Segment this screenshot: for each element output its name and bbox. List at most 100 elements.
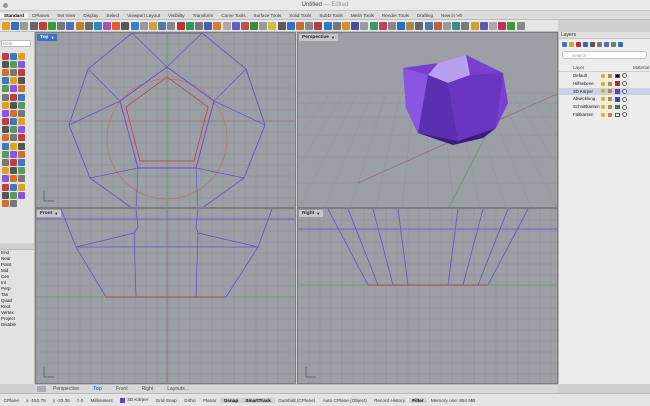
viewport-tab[interactable]: Front — [109, 386, 135, 392]
material-icon[interactable] — [621, 88, 627, 94]
current-layer[interactable]: 3D Körper — [116, 397, 152, 403]
toolbar-command-icon[interactable] — [149, 21, 157, 30]
toolbar-command-icon[interactable] — [378, 21, 387, 30]
tool-icon[interactable] — [18, 150, 26, 158]
tool-icon[interactable] — [1, 52, 9, 60]
toolbar-command-icon[interactable] — [296, 21, 304, 30]
layer-color-swatch[interactable] — [615, 73, 620, 79]
lock-icon[interactable] — [608, 73, 612, 78]
toolbar-command-icon[interactable] — [470, 21, 479, 30]
toolbar-command-icon[interactable] — [29, 21, 38, 30]
toolbar-command-icon[interactable] — [461, 21, 470, 30]
toolbar-command-icon[interactable] — [11, 21, 20, 30]
tool-icon[interactable] — [10, 109, 18, 117]
material-icon[interactable] — [621, 112, 627, 118]
toolbar-command-icon[interactable] — [213, 21, 222, 30]
viewport-tab[interactable]: Layouts... — [160, 386, 196, 392]
toolbar-command-icon[interactable] — [498, 21, 507, 30]
tool-icon[interactable] — [10, 93, 18, 101]
toolbar-tab[interactable]: Select — [102, 13, 123, 18]
layer-color-swatch[interactable] — [615, 112, 620, 118]
toolbar-tab[interactable]: Solid Tools — [285, 13, 315, 18]
tool-icon[interactable] — [18, 101, 26, 109]
layer-search-input[interactable]: Search — [562, 51, 647, 59]
toolbar-command-icon[interactable] — [369, 21, 378, 30]
toolbar-command-icon[interactable] — [2, 21, 10, 30]
toolbar-tab[interactable]: Curve Tools — [217, 13, 249, 18]
material-icon[interactable] — [621, 81, 627, 87]
toolbar-command-icon[interactable] — [176, 21, 185, 30]
tool-icon[interactable] — [18, 134, 26, 142]
toolbar-command-icon[interactable] — [479, 21, 488, 30]
toolbar-tab[interactable]: Viewport Layout — [123, 13, 164, 18]
tool-icon[interactable] — [10, 126, 18, 134]
toolbar-tab[interactable]: Transform — [189, 13, 218, 18]
layer-tool-icon[interactable] — [569, 41, 574, 47]
tool-icon[interactable] — [18, 191, 26, 199]
toolbar-command-icon[interactable] — [277, 21, 286, 30]
lock-icon[interactable] — [608, 81, 612, 86]
layer-row[interactable]: 3D Körper — [559, 87, 650, 96]
tool-icon[interactable] — [18, 159, 26, 167]
layer-row[interactable]: Default — [559, 72, 650, 80]
visibility-bulb-icon[interactable] — [601, 97, 605, 102]
viewport-tab[interactable]: Perspective — [46, 386, 86, 392]
toolbar-tab[interactable]: SubD Tools — [315, 13, 346, 18]
status-toggle[interactable]: SmartTrack — [241, 397, 275, 403]
tool-icon[interactable] — [18, 77, 26, 85]
visibility-bulb-icon[interactable] — [601, 89, 605, 94]
osnap-item[interactable]: Disable — [0, 322, 34, 328]
tool-icon[interactable] — [1, 68, 9, 76]
layer-row[interactable]: Faltkanten — [559, 111, 650, 119]
toolbar-tab[interactable]: Mesh Tools — [347, 13, 378, 18]
toolbar-command-icon[interactable] — [305, 21, 314, 30]
layer-tool-icon[interactable] — [597, 41, 602, 47]
status-toggle[interactable]: Grid Snap — [152, 398, 180, 403]
layer-color-swatch[interactable] — [615, 104, 620, 110]
status-toggle[interactable]: Filter — [408, 397, 428, 403]
toolbar-command-icon[interactable] — [259, 21, 268, 30]
tool-icon[interactable] — [18, 85, 26, 93]
tool-icon[interactable] — [10, 142, 18, 150]
viewport-label-front[interactable]: Front ▼ — [37, 210, 62, 217]
tool-icon[interactable] — [18, 109, 26, 117]
layer-tool-icon[interactable] — [590, 41, 595, 47]
viewport-label-top[interactable]: Top ▼ — [37, 34, 58, 41]
layer-row[interactable]: Abwicklung — [559, 95, 650, 103]
toolbar-command-icon[interactable] — [75, 21, 84, 30]
toolbar-command-icon[interactable] — [387, 21, 396, 30]
toolbar-command-icon[interactable] — [185, 21, 194, 30]
viewport-perspective[interactable]: Perspective ▼ — [297, 32, 558, 208]
toolbar-command-icon[interactable] — [130, 21, 139, 30]
tool-icon[interactable] — [1, 159, 9, 167]
tool-icon[interactable] — [10, 118, 18, 126]
toolbar-command-icon[interactable] — [121, 21, 130, 30]
toolbar-tab[interactable]: Standard — [0, 12, 28, 18]
layer-color-swatch[interactable] — [615, 97, 620, 102]
toolbar-command-icon[interactable] — [406, 21, 415, 30]
visibility-bulb-icon[interactable] — [601, 105, 605, 110]
toolbar-command-icon[interactable] — [488, 21, 497, 30]
toolbar-command-icon[interactable] — [240, 21, 249, 30]
toolbar-command-icon[interactable] — [360, 21, 369, 30]
tool-icon[interactable] — [10, 175, 18, 183]
tool-icon[interactable] — [18, 142, 26, 150]
toolbar-command-icon[interactable] — [250, 21, 259, 30]
toolbar-command-icon[interactable] — [231, 21, 240, 30]
toolbar-command-icon[interactable] — [341, 21, 350, 30]
tool-icon[interactable] — [1, 191, 9, 199]
tool-icon[interactable] — [1, 109, 9, 117]
tool-icon[interactable] — [18, 68, 26, 76]
tool-icon[interactable] — [1, 101, 9, 109]
toolbar-command-icon[interactable] — [351, 21, 360, 30]
tool-icon[interactable] — [10, 134, 18, 142]
toolbar-command-icon[interactable] — [516, 21, 525, 30]
layer-tool-icon[interactable] — [618, 41, 623, 47]
toolbar-command-icon[interactable] — [103, 21, 112, 30]
toolbar-command-icon[interactable] — [443, 21, 451, 30]
toolbar-tab[interactable]: New in V6 — [437, 13, 466, 18]
tool-icon[interactable] — [10, 167, 18, 175]
tool-icon[interactable] — [18, 175, 26, 183]
status-toggle[interactable]: Ortho — [180, 398, 199, 403]
status-toggle[interactable]: Planar — [199, 398, 220, 403]
